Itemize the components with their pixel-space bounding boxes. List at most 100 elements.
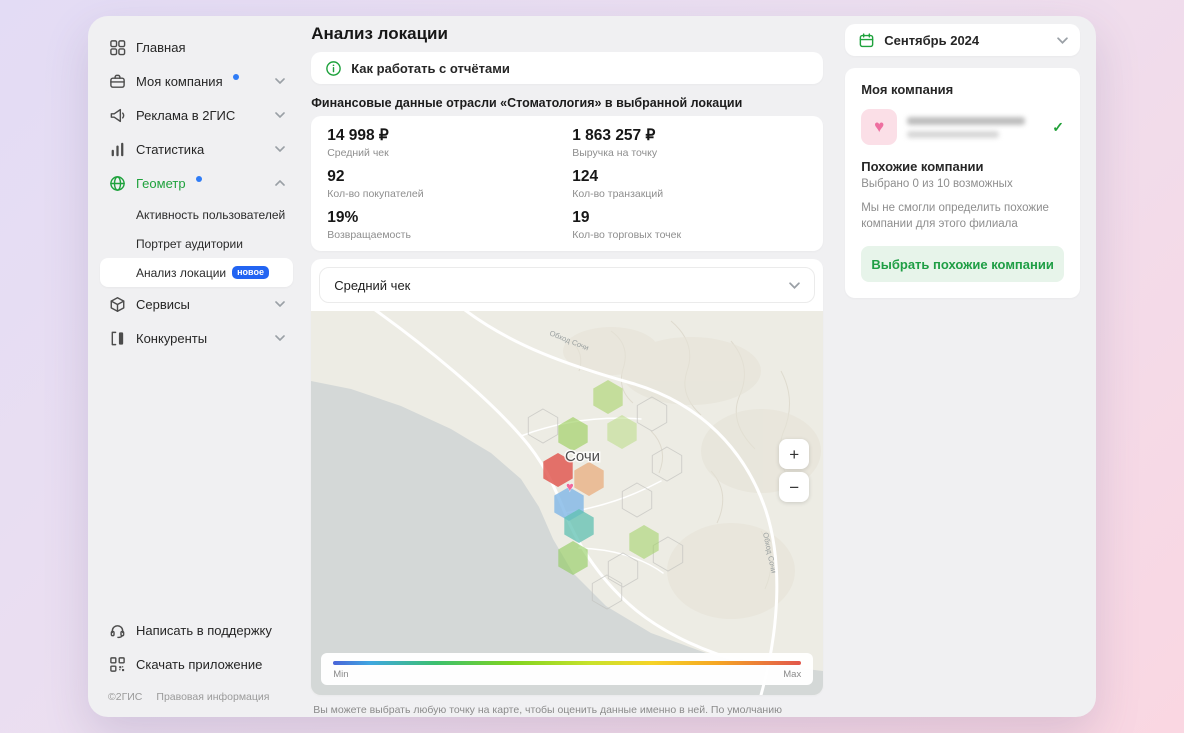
cube-icon [108,295,126,313]
sidebar-item-competitors[interactable]: Конкуренты [100,321,293,355]
sidebar-item-geometr[interactable]: Геометр [100,166,293,200]
download-label: Скачать приложение [136,657,262,672]
finance-stats-card: 14 998 ₽ Средний чек 1 863 257 ₽ Выручка… [311,116,823,251]
chevron-down-icon [789,282,800,289]
content-area: Анализ локации Как работать с отчётами Ф… [303,16,1096,717]
company-row[interactable]: ♥ ✓ [861,109,1064,145]
chevron-down-icon [275,301,285,307]
map-card: Средний чек [311,259,823,695]
period-value: Сентябрь 2024 [884,33,979,48]
stat-value: 92 [327,168,562,186]
stat-label: Кол-во торговых точек [572,229,807,241]
calendar-icon [857,31,875,49]
app-window: Главная Моя компания Реклама в 2ГИС Стат… [88,16,1096,717]
sidebar-bottom: Написать в поддержку Скачать приложение … [100,613,293,703]
help-link-bar[interactable]: Как работать с отчётами [311,52,823,84]
sidebar-item-ads[interactable]: Реклама в 2ГИС [100,98,293,132]
notification-dot [233,74,239,80]
sidebar-item-services[interactable]: Сервисы [100,287,293,321]
company-name-blurred [907,117,1025,138]
stat-value: 14 998 ₽ [327,126,562,145]
sidebar-subitem-label: Активность пользователей [136,208,285,222]
grid-icon [108,38,126,56]
metric-select-dropdown[interactable]: Средний чек [319,267,815,303]
chevron-down-icon [275,335,285,341]
sidebar-subitem-label: Портрет аудитории [136,237,243,251]
metric-select-value: Средний чек [334,278,410,293]
stat-label: Средний чек [327,147,562,159]
main-column: Анализ локации Как работать с отчётами Ф… [311,24,823,717]
select-similar-companies-button[interactable]: Выбрать похожие компании [861,246,1064,282]
chevron-up-icon [275,180,285,186]
stat-value: 124 [572,168,807,186]
similar-not-found-text: Мы не смогли определить похожие компании… [861,200,1064,232]
new-badge: новое [232,266,269,279]
page-title: Анализ локации [311,24,823,44]
headset-icon [108,621,126,639]
sidebar-item-label: Сервисы [136,297,190,312]
stat-transactions-count: 124 Кол-во транзакций [572,168,807,200]
legend-max-label: Max [783,669,801,680]
globe-icon [108,174,126,192]
stat-return-rate: 19% Возвращаемость [327,209,562,241]
legend-min-label: Min [333,669,348,680]
sidebar-item-label: Статистика [136,142,204,157]
city-label: Сочи [565,448,600,465]
zoom-in-button[interactable]: + [779,439,809,469]
similar-companies-title: Похожие компании [861,159,1064,174]
download-app-link[interactable]: Скачать приложение [100,647,293,681]
company-location-heart-icon[interactable]: ♥ [566,479,574,494]
period-selector[interactable]: Сентябрь 2024 [845,24,1080,56]
sidebar-item-label: Реклама в 2ГИС [136,108,235,123]
stat-avg-check: 14 998 ₽ Средний чек [327,126,562,159]
sidebar-item-label: Геометр [136,176,186,191]
bar-chart-icon [108,140,126,158]
competitors-icon [108,329,126,347]
info-icon [324,59,342,77]
sidebar-item-label: Конкуренты [136,331,207,346]
sidebar-subitem-label: Анализ локации [136,266,226,280]
stat-revenue-per-point: 1 863 257 ₽ Выручка на точку [572,126,807,159]
sidebar-item-my-company[interactable]: Моя компания [100,64,293,98]
chevron-down-icon [1057,37,1068,44]
notification-dot [196,176,202,182]
briefcase-icon [108,72,126,90]
chevron-down-icon [275,146,285,152]
check-icon: ✓ [1052,119,1064,136]
stat-label: Кол-во покупателей [327,188,562,200]
stat-value: 1 863 257 ₽ [572,126,807,145]
sidebar-subitem-location-analysis[interactable]: Анализ локации новое [100,258,293,287]
stat-points-count: 19 Кол-во торговых точек [572,209,807,241]
legal-link[interactable]: Правовая информация [156,691,269,703]
stat-value: 19 [572,209,807,227]
support-link[interactable]: Написать в поддержку [100,613,293,647]
my-company-title: Моя компания [861,82,1064,97]
stat-label: Выручка на точку [572,147,807,159]
company-avatar: ♥ [861,109,897,145]
support-label: Написать в поддержку [136,623,272,638]
company-card: Моя компания ♥ ✓ Похожие компании Выбран… [845,68,1080,298]
sidebar-item-statistics[interactable]: Статистика [100,132,293,166]
map-caption: Вы можете выбрать любую точку на карте, … [311,703,823,717]
heatmap-legend: Min Max [321,653,813,685]
zoom-out-button[interactable]: − [779,472,809,502]
sidebar-subitem-user-activity[interactable]: Активность пользователей [100,200,293,229]
qr-code-icon [108,655,126,673]
megaphone-icon [108,106,126,124]
sidebar-footer: ©2ГИС Правовая информация [100,681,293,703]
sidebar-item-label: Главная [136,40,185,55]
stat-label: Кол-во транзакций [572,188,807,200]
map-canvas[interactable]: Обход Сочи Обход Сочи [311,311,823,695]
map-zoom-controls: + − [779,439,809,502]
chevron-down-icon [275,78,285,84]
stat-value: 19% [327,209,562,227]
selected-count-text: Выбрано 0 из 10 возможных [861,178,1064,190]
sidebar-item-home[interactable]: Главная [100,30,293,64]
help-link-label: Как работать с отчётами [351,61,510,76]
copyright-text: ©2ГИС [108,691,142,703]
sidebar-subitem-audience-portrait[interactable]: Портрет аудитории [100,229,293,258]
map-svg: Обход Сочи Обход Сочи [311,311,823,695]
finance-section-heading: Финансовые данные отрасли «Стоматология»… [311,96,823,110]
sidebar: Главная Моя компания Реклама в 2ГИС Стат… [88,16,303,717]
sidebar-item-label: Моя компания [136,74,223,89]
